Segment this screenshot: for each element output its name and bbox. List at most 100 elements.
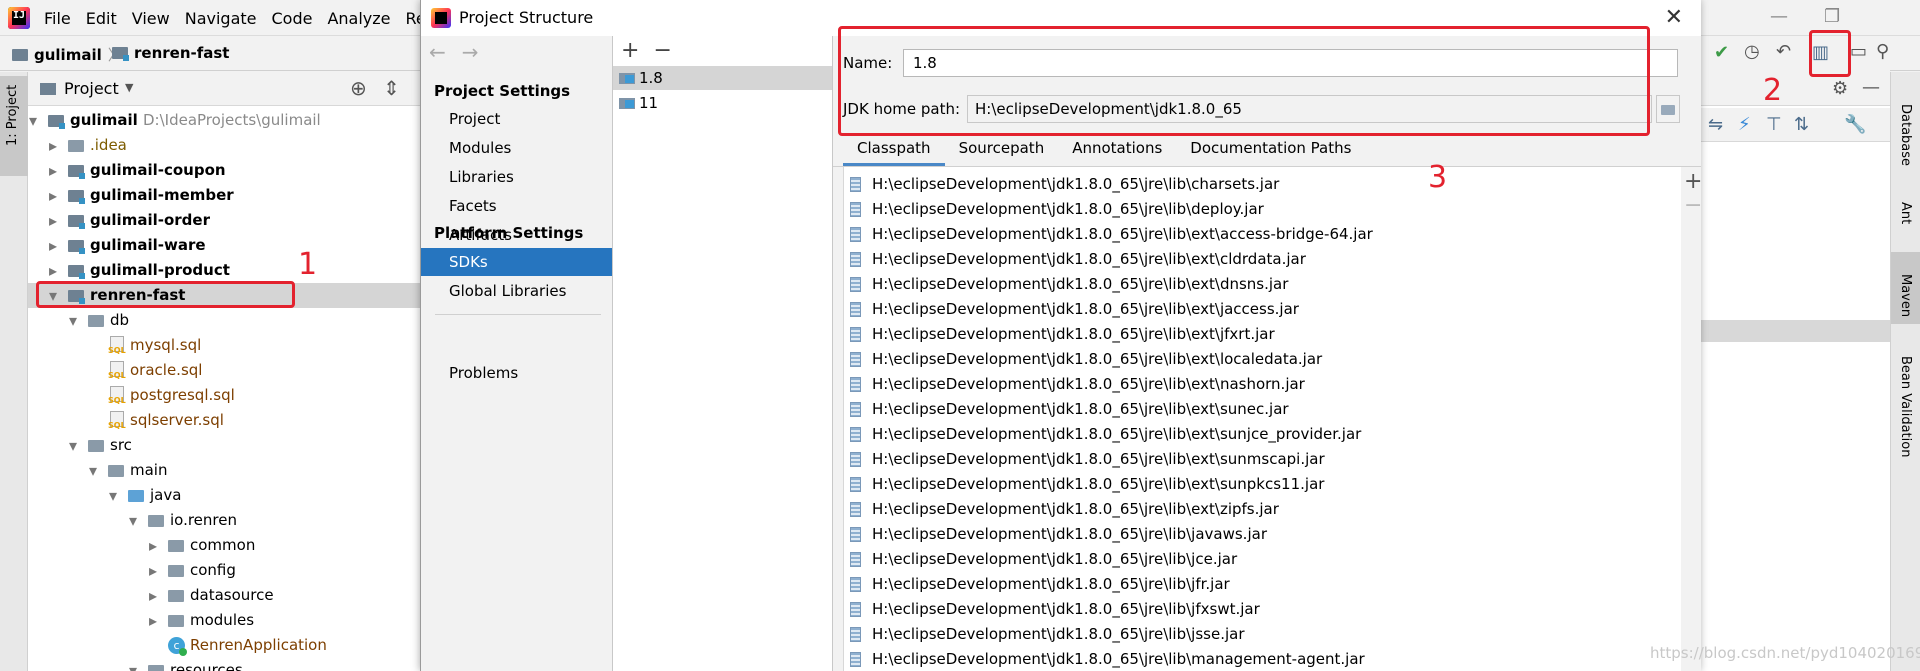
chevron-down-icon[interactable]: ▾: [126, 508, 140, 533]
classpath-row[interactable]: H:\eclipseDevelopment\jdk1.8.0_65\jre\li…: [844, 622, 1682, 647]
tree-row[interactable]: ▸ gulimail-member: [28, 183, 420, 208]
tree-row[interactable]: ▾ io.renren: [28, 508, 420, 533]
wrench-icon[interactable]: 🔧: [1844, 114, 1866, 135]
tree-row[interactable]: ▸ config: [28, 558, 420, 583]
forward-arrow-icon[interactable]: →: [462, 40, 479, 64]
history-icon[interactable]: ◷: [1744, 41, 1760, 62]
tab-documentation-paths[interactable]: Documentation Paths: [1176, 133, 1365, 166]
classpath-row[interactable]: H:\eclipseDevelopment\jdk1.8.0_65\jre\li…: [844, 597, 1682, 622]
tree-row[interactable]: ▸ .idea: [28, 133, 420, 158]
tree-row[interactable]: ▸ modules: [28, 608, 420, 633]
remove-sdk-icon[interactable]: −: [653, 38, 671, 63]
chevron-right-icon[interactable]: ▸: [46, 233, 60, 258]
classpath-row[interactable]: H:\eclipseDevelopment\jdk1.8.0_65\jre\li…: [844, 472, 1682, 497]
project-tool-tab[interactable]: 1: Project: [0, 76, 28, 176]
tree-row[interactable]: postgresql.sql: [28, 383, 420, 408]
classpath-row[interactable]: H:\eclipseDevelopment\jdk1.8.0_65\jre\li…: [844, 272, 1682, 297]
sdk-item[interactable]: 11: [613, 91, 832, 115]
collapse-icon[interactable]: ⇅: [1794, 114, 1809, 135]
nav-item-facets[interactable]: Facets: [421, 192, 612, 220]
chevron-down-icon[interactable]: ▾: [66, 433, 80, 458]
classpath-row[interactable]: H:\eclipseDevelopment\jdk1.8.0_65\jre\li…: [844, 647, 1682, 671]
classpath-list[interactable]: H:\eclipseDevelopment\jdk1.8.0_65\jre\li…: [843, 167, 1681, 671]
classpath-row[interactable]: H:\eclipseDevelopment\jdk1.8.0_65\jre\li…: [844, 372, 1682, 397]
chevron-right-icon[interactable]: ▸: [146, 533, 160, 558]
classpath-row[interactable]: H:\eclipseDevelopment\jdk1.8.0_65\jre\li…: [844, 422, 1682, 447]
nav-item-problems[interactable]: Problems: [421, 359, 612, 387]
skip-tests-icon[interactable]: ⊤: [1766, 114, 1782, 135]
classpath-row[interactable]: H:\eclipseDevelopment\jdk1.8.0_65\jre\li…: [844, 522, 1682, 547]
classpath-row[interactable]: H:\eclipseDevelopment\jdk1.8.0_65\jre\li…: [844, 497, 1682, 522]
tool-tab-maven[interactable]: Maven: [1891, 252, 1920, 324]
classpath-row[interactable]: H:\eclipseDevelopment\jdk1.8.0_65\jre\li…: [844, 397, 1682, 422]
nav-item-sdks[interactable]: SDKs: [421, 248, 612, 276]
browse-folder-icon[interactable]: [1656, 95, 1680, 123]
menu-item-analyze[interactable]: Analyze: [327, 9, 390, 28]
project-panel-title[interactable]: Project: [64, 79, 119, 98]
classpath-row[interactable]: H:\eclipseDevelopment\jdk1.8.0_65\jre\li…: [844, 322, 1682, 347]
close-icon[interactable]: ✕: [1665, 5, 1683, 30]
remove-path-icon[interactable]: −: [1684, 193, 1702, 218]
tree-row[interactable]: ▸ datasource: [28, 583, 420, 608]
chevron-down-icon[interactable]: ▾: [126, 658, 140, 671]
collapse-all-icon[interactable]: ⇕: [383, 76, 400, 100]
dropdown-arrow-icon[interactable]: ▼: [125, 81, 133, 94]
tree-row[interactable]: ▾ main: [28, 458, 420, 483]
tree-row[interactable]: ▸ gulimall-product: [28, 258, 420, 283]
gear-icon[interactable]: ⚙: [1832, 78, 1848, 99]
tool-tab-ant[interactable]: Ant: [1891, 180, 1920, 240]
chevron-right-icon[interactable]: ▸: [146, 608, 160, 633]
chevron-right-icon[interactable]: ▸: [146, 558, 160, 583]
classpath-row[interactable]: H:\eclipseDevelopment\jdk1.8.0_65\jre\li…: [844, 297, 1682, 322]
classpath-row[interactable]: H:\eclipseDevelopment\jdk1.8.0_65\jre\li…: [844, 247, 1682, 272]
restore-icon[interactable]: ❐: [1824, 6, 1840, 27]
classpath-row[interactable]: H:\eclipseDevelopment\jdk1.8.0_65\jre\li…: [844, 172, 1682, 197]
tree-row[interactable]: ▾ resources: [28, 658, 420, 671]
tool-tab-bean-validation[interactable]: Bean Validation: [1891, 334, 1920, 464]
chevron-right-icon[interactable]: ▸: [46, 208, 60, 233]
tree-row[interactable]: c RenrenApplication: [28, 633, 420, 658]
classpath-row[interactable]: H:\eclipseDevelopment\jdk1.8.0_65\jre\li…: [844, 347, 1682, 372]
add-path-icon[interactable]: +: [1684, 169, 1702, 194]
tree-row[interactable]: ▸ gulimail-order: [28, 208, 420, 233]
breadcrumb-renren-fast[interactable]: renren-fast: [112, 44, 229, 62]
toggle-offline-icon[interactable]: ⇋: [1708, 114, 1723, 135]
breadcrumb-gulimail[interactable]: gulimail 〉: [12, 44, 123, 65]
classpath-row[interactable]: H:\eclipseDevelopment\jdk1.8.0_65\jre\li…: [844, 547, 1682, 572]
tree-row[interactable]: mysql.sql: [28, 333, 420, 358]
chevron-right-icon[interactable]: ▸: [46, 158, 60, 183]
maven-selected-row[interactable]: [1700, 320, 1890, 342]
tree-row[interactable]: sqlserver.sql: [28, 408, 420, 433]
sdk-item[interactable]: 1.8: [613, 66, 832, 90]
commit-check-icon[interactable]: ✔: [1714, 42, 1729, 63]
tab-classpath[interactable]: Classpath: [843, 133, 945, 166]
chevron-down-icon[interactable]: ▾: [26, 108, 40, 133]
tab-sourcepath[interactable]: Sourcepath: [945, 133, 1059, 166]
chevron-right-icon[interactable]: ▸: [146, 583, 160, 608]
nav-item-global-libraries[interactable]: Global Libraries: [421, 277, 612, 305]
tree-row[interactable]: ▸ gulimail-coupon: [28, 158, 420, 183]
nav-item-libraries[interactable]: Libraries: [421, 163, 612, 191]
classpath-row[interactable]: H:\eclipseDevelopment\jdk1.8.0_65\jre\li…: [844, 197, 1682, 222]
tree-row[interactable]: ▾ db: [28, 308, 420, 333]
locate-icon[interactable]: ⊕: [350, 76, 367, 100]
search-icon[interactable]: ⚲: [1876, 41, 1889, 62]
classpath-row[interactable]: H:\eclipseDevelopment\jdk1.8.0_65\jre\li…: [844, 572, 1682, 597]
tab-annotations[interactable]: Annotations: [1058, 133, 1176, 166]
tree-row[interactable]: ▸ gulimail-ware: [28, 233, 420, 258]
tree-row[interactable]: oracle.sql: [28, 358, 420, 383]
minimize-icon[interactable]: —: [1770, 6, 1788, 27]
back-arrow-icon[interactable]: ←: [429, 40, 446, 64]
chevron-right-icon[interactable]: ▸: [46, 133, 60, 158]
menu-item-file[interactable]: File: [44, 9, 71, 28]
revert-icon[interactable]: ↶: [1776, 41, 1791, 62]
tree-row[interactable]: ▾ src: [28, 433, 420, 458]
chevron-right-icon[interactable]: ▸: [46, 258, 60, 283]
classpath-row[interactable]: H:\eclipseDevelopment\jdk1.8.0_65\jre\li…: [844, 222, 1682, 247]
tool-tab-database[interactable]: Database: [1891, 82, 1920, 172]
nav-item-project[interactable]: Project: [421, 105, 612, 133]
nav-item-modules[interactable]: Modules: [421, 134, 612, 162]
menu-item-edit[interactable]: Edit: [86, 9, 117, 28]
add-sdk-icon[interactable]: +: [621, 38, 639, 63]
chevron-down-icon[interactable]: ▾: [106, 483, 120, 508]
